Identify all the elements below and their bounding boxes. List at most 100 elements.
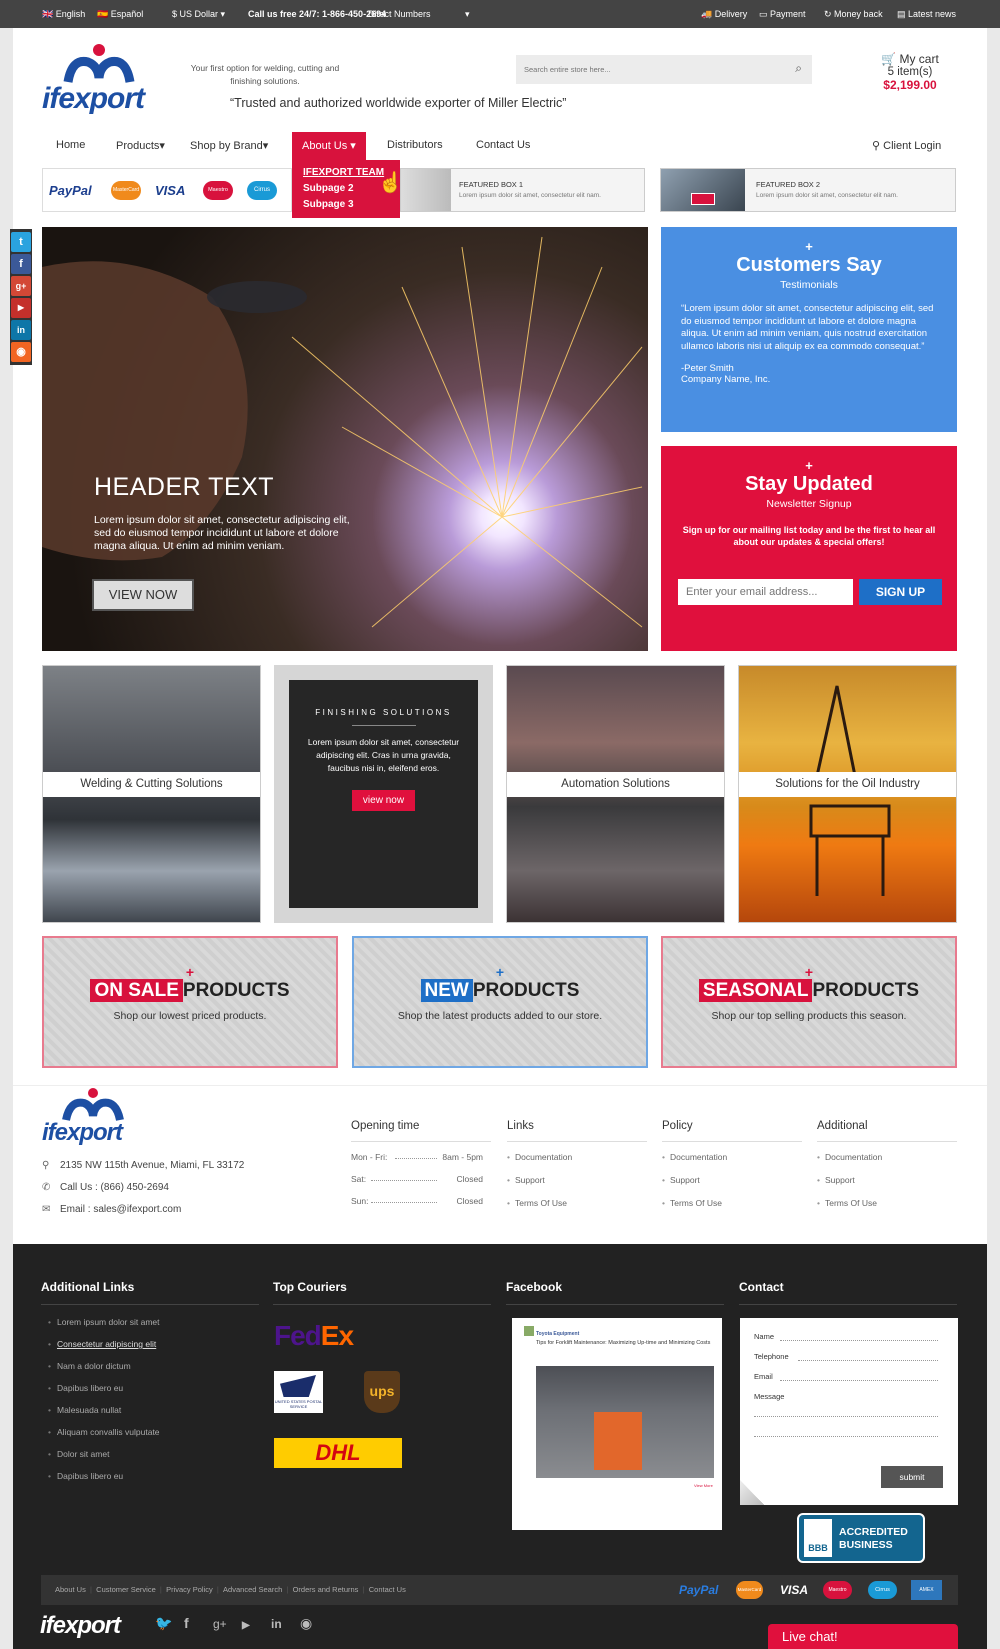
sign-up-button[interactable]: SIGN UP: [859, 579, 942, 605]
couriers-title: Top Couriers: [273, 1280, 347, 1294]
tile-finishing[interactable]: FINISHING SOLUTIONS Lorem ipsum dolor si…: [274, 665, 493, 923]
additional-documentation[interactable]: Documentation: [817, 1152, 957, 1162]
currency-selector[interactable]: $ US Dollar ▾: [172, 9, 225, 20]
client-login[interactable]: ⚲ Client Login: [872, 139, 941, 152]
nav-about-us[interactable]: About Us ▾: [292, 132, 366, 160]
twitter-icon[interactable]: 🐦: [155, 1615, 184, 1632]
policy-terms[interactable]: Terms Of Use: [662, 1198, 802, 1208]
youtube-icon[interactable]: ▶: [11, 298, 31, 318]
page: { "topbar": { "lang_en": "English", "lan…: [0, 0, 1000, 1649]
google-plus-icon[interactable]: g+: [11, 276, 31, 296]
seasonal-box[interactable]: + SEASONAL PRODUCTS Shop our top selling …: [661, 936, 957, 1068]
bottom-link-advanced-search[interactable]: Advanced Search: [223, 1585, 282, 1594]
latest-news-link[interactable]: ▤ Latest news: [897, 9, 956, 20]
bottom-link-contact[interactable]: Contact Us: [369, 1585, 406, 1594]
nav-products[interactable]: Products▾: [116, 139, 165, 152]
links-title: Links: [507, 1120, 534, 1132]
rss-icon[interactable]: ◉: [11, 342, 31, 362]
couriers-column: Top Couriers: [273, 1280, 491, 1305]
newsletter-email-input[interactable]: [678, 579, 853, 605]
nav-contact-us[interactable]: Contact Us: [476, 139, 530, 151]
submit-button[interactable]: submit: [881, 1466, 943, 1488]
featured-box-2[interactable]: FEATURED BOX 2 Lorem ipsum dolor sit ame…: [660, 168, 956, 212]
opening-row: Sat: Closed: [351, 1174, 483, 1184]
delivery-link[interactable]: 🚚 Delivery: [701, 9, 747, 20]
additional-support[interactable]: Support: [817, 1175, 957, 1185]
on-sale-text: Shop our lowest priced products.: [113, 1010, 267, 1022]
message-line[interactable]: [754, 1436, 938, 1437]
search-input[interactable]: [524, 61, 774, 78]
language-english[interactable]: 🇬🇧 English: [42, 9, 85, 20]
footer-logo: ifexport: [42, 1088, 152, 1148]
additional-column: Additional Documentation Support Terms O…: [817, 1120, 957, 1221]
chevron-down-icon[interactable]: ▾: [465, 9, 470, 20]
featured-box-1-image: [401, 169, 451, 211]
tile-oil[interactable]: Solutions for the Oil Industry: [738, 665, 957, 923]
footer-link[interactable]: Dapibus libero eu: [41, 1383, 259, 1393]
links-support[interactable]: Support: [507, 1175, 647, 1185]
plus-icon: +: [805, 458, 813, 473]
nav-distributors[interactable]: Distributors: [387, 139, 443, 151]
search-box[interactable]: ⌕: [516, 55, 812, 84]
featured-box-1-text: Lorem ipsum dolor sit amet, consectetur …: [459, 192, 601, 199]
live-chat-button[interactable]: Live chat!: [768, 1624, 958, 1649]
cart-count: 5 item(s): [887, 66, 933, 78]
footer-link[interactable]: Nam a dolor dictum: [41, 1361, 259, 1371]
direct-numbers[interactable]: Direct Numbers: [368, 9, 431, 19]
hero-header: HEADER TEXT: [94, 473, 275, 501]
telephone-field[interactable]: [798, 1360, 938, 1361]
footer-link[interactable]: Aliquam convallis vulputate: [41, 1427, 259, 1437]
finishing-title: FINISHING SOLUTIONS: [315, 708, 452, 717]
linkedin-icon[interactable]: in: [11, 320, 31, 340]
divider: [817, 1141, 957, 1142]
message-line[interactable]: [754, 1416, 938, 1417]
opening-time-column: Opening time Mon - Fri: 8am - 5pm Sat: Clo…: [351, 1120, 491, 1218]
links-terms[interactable]: Terms Of Use: [507, 1198, 647, 1208]
nav-shop-by-brand[interactable]: Shop by Brand▾: [190, 139, 268, 152]
bottom-link-about[interactable]: About Us: [55, 1585, 86, 1594]
additional-terms[interactable]: Terms Of Use: [817, 1198, 957, 1208]
nav-home[interactable]: Home: [56, 139, 85, 151]
rss-icon[interactable]: ◉: [300, 1615, 329, 1632]
bottom-link-customer-service[interactable]: Customer Service: [96, 1585, 156, 1594]
footer-link[interactable]: Consectetur adipiscing elit: [41, 1339, 259, 1349]
forklift-graphic: [594, 1412, 642, 1470]
policy-support[interactable]: Support: [662, 1175, 802, 1185]
facebook-icon[interactable]: f: [184, 1615, 213, 1631]
testimonial-box: + Customers Say Testimonials “Lorem ipsu…: [661, 227, 957, 432]
footer-link[interactable]: Malesuada nullat: [41, 1405, 259, 1415]
footer-link[interactable]: Dolor sit amet: [41, 1449, 259, 1459]
finishing-view-now-button[interactable]: view now: [352, 790, 415, 811]
money-back-link[interactable]: ↻ Money back: [824, 9, 883, 20]
dropdown-item-subpage-3[interactable]: Subpage 3: [303, 197, 400, 213]
contact-title: Contact: [739, 1280, 784, 1294]
email-field[interactable]: [780, 1380, 938, 1381]
logo[interactable]: ifexport: [42, 44, 162, 115]
name-field[interactable]: [780, 1340, 938, 1341]
on-sale-box[interactable]: + ON SALE PRODUCTS Shop our lowest priced…: [42, 936, 338, 1068]
policy-documentation[interactable]: Documentation: [662, 1152, 802, 1162]
footer-link[interactable]: Dapibus libero eu: [41, 1471, 259, 1481]
bottom-link-privacy[interactable]: Privacy Policy: [166, 1585, 213, 1594]
footer-link[interactable]: Lorem ipsum dolor sit amet: [41, 1317, 259, 1327]
cart[interactable]: 🛒 My cart 5 item(s) $2,199.00: [860, 52, 960, 92]
tile-welding[interactable]: Welding & Cutting Solutions: [42, 665, 261, 923]
view-now-button[interactable]: VIEW NOW: [92, 579, 194, 611]
youtube-icon[interactable]: ▶: [242, 1620, 271, 1631]
new-box[interactable]: + NEW PRODUCTS Shop the latest products a…: [352, 936, 648, 1068]
featured-box-1[interactable]: FEATURED BOX 1 Lorem ipsum dolor sit ame…: [400, 168, 645, 212]
divider: [41, 1304, 259, 1305]
facebook-widget[interactable]: Toyota Equipment Tips for Forklift Maint…: [512, 1318, 722, 1530]
fb-view-more-link[interactable]: View More: [694, 1483, 713, 1488]
linkedin-icon[interactable]: in: [271, 1617, 300, 1631]
search-icon[interactable]: ⌕: [795, 61, 802, 76]
bbb-badge[interactable]: BBB ACCREDITED BUSINESS: [797, 1513, 925, 1563]
payment-link[interactable]: ▭ Payment: [759, 9, 806, 20]
bottom-link-orders[interactable]: Orders and Returns: [293, 1585, 359, 1594]
facebook-icon[interactable]: f: [11, 254, 31, 274]
links-documentation[interactable]: Documentation: [507, 1152, 647, 1162]
language-spanish[interactable]: 🇪🇸 Español: [97, 9, 143, 20]
twitter-icon[interactable]: t: [11, 232, 31, 252]
google-plus-icon[interactable]: g+: [213, 1617, 242, 1631]
tile-automation[interactable]: Automation Solutions: [506, 665, 725, 923]
